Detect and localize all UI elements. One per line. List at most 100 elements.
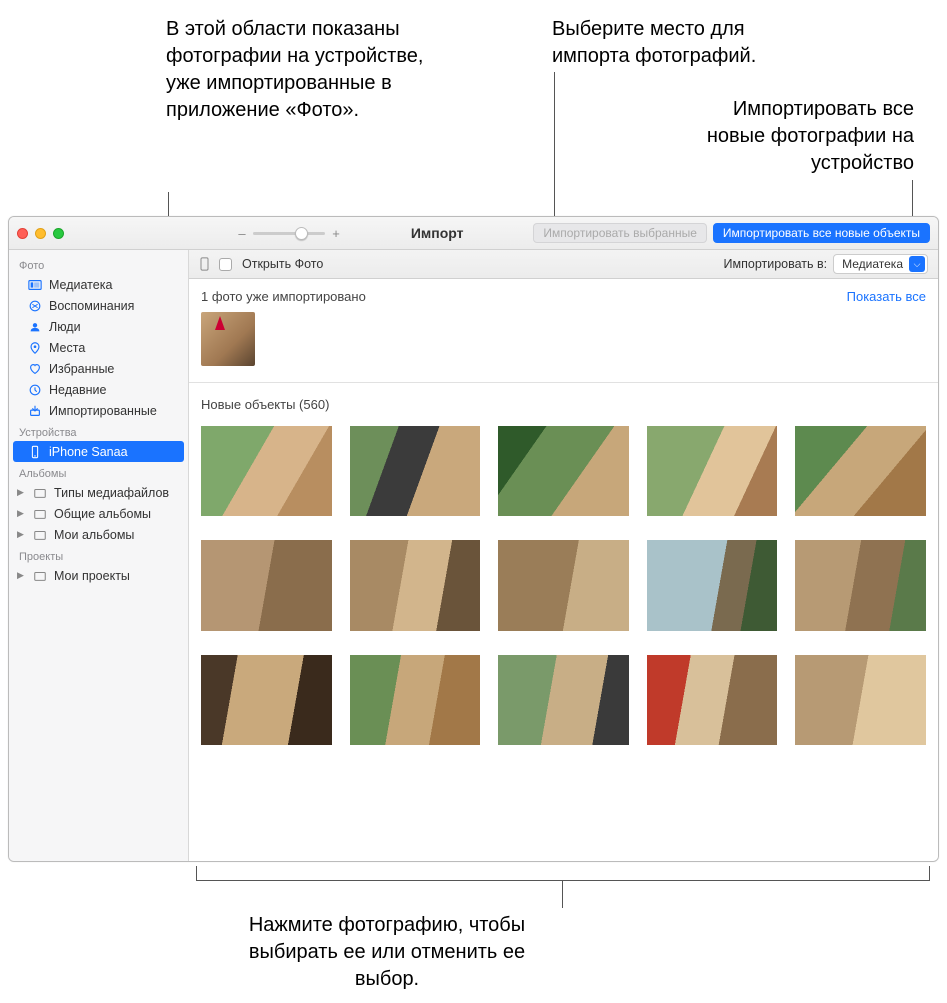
already-imported-title: 1 фото уже импортировано <box>201 289 366 304</box>
photo-thumbnail[interactable] <box>647 540 778 630</box>
places-icon <box>27 340 42 355</box>
main-area: Открыть Фото Импортировать в: Медиатека … <box>189 250 938 861</box>
photo-thumbnail[interactable] <box>498 540 629 630</box>
chevron-updown-icon: ⌵ <box>909 256 925 272</box>
photo-thumbnail[interactable] <box>795 426 926 516</box>
sidebar-item-label: Недавние <box>49 383 106 397</box>
photo-thumbnail[interactable] <box>201 655 332 745</box>
sidebar-item-places[interactable]: Места <box>9 337 188 358</box>
import-to-label: Импортировать в: <box>724 257 828 271</box>
memories-icon <box>27 298 42 313</box>
photo-thumbnail[interactable] <box>350 426 481 516</box>
section-header: 1 фото уже импортировано Показать все <box>201 289 926 304</box>
import-all-new-button[interactable]: Импортировать все новые объекты <box>713 223 930 243</box>
import-content: 1 фото уже импортировано Показать все Но… <box>189 279 938 861</box>
sidebar-item-my-projects[interactable]: ▶ Мои проекты <box>9 565 188 586</box>
callout-text: Выберите место для импорта фотографий. <box>552 16 802 70</box>
callout-line <box>929 866 930 880</box>
callout-line <box>196 866 197 880</box>
show-all-link[interactable]: Показать все <box>847 289 926 304</box>
new-items-grid <box>201 426 926 745</box>
disclosure-triangle-icon[interactable]: ▶ <box>17 570 25 581</box>
callout-text: Импортировать все новые фотографии на ус… <box>680 96 914 177</box>
sidebar-section-header: Фото <box>9 254 188 274</box>
photo-thumbnail[interactable] <box>350 655 481 745</box>
sidebar-item-people[interactable]: Люди <box>9 316 188 337</box>
zoom-track[interactable] <box>253 232 325 235</box>
sidebar-item-label: Типы медиафайлов <box>54 486 169 500</box>
sidebar-section-header: Альбомы <box>9 462 188 482</box>
callout-line <box>196 880 930 881</box>
sidebar-item-recent[interactable]: Недавние <box>9 379 188 400</box>
sidebar-item-label: Мои проекты <box>54 569 130 583</box>
import-destination: Импортировать в: Медиатека ⌵ <box>724 254 928 274</box>
window-title: Импорт <box>347 225 527 241</box>
sidebar: Фото Медиатека Воспоминания Люди Места И… <box>9 250 189 861</box>
sidebar-item-imported[interactable]: Импортированные <box>9 400 188 421</box>
folder-icon <box>32 527 47 542</box>
window-controls <box>17 228 64 239</box>
zoom-slider[interactable]: – + <box>237 226 341 241</box>
sidebar-item-label: Мои альбомы <box>54 528 134 542</box>
open-photos-checkbox[interactable] <box>219 258 232 271</box>
sidebar-item-device-iphone[interactable]: iPhone Sanaa <box>13 441 184 462</box>
sidebar-item-label: iPhone Sanaa <box>49 445 128 459</box>
app-window: – + Импорт Импортировать выбранные Импор… <box>8 216 939 862</box>
iphone-icon <box>199 257 209 271</box>
sidebar-item-shared-albums[interactable]: ▶ Общие альбомы <box>9 503 188 524</box>
sidebar-item-memories[interactable]: Воспоминания <box>9 295 188 316</box>
sidebar-item-library[interactable]: Медиатека <box>9 274 188 295</box>
sidebar-item-media-types[interactable]: ▶ Типы медиафайлов <box>9 482 188 503</box>
new-items-title: Новые объекты (560) <box>201 397 926 412</box>
clock-icon <box>27 382 42 397</box>
callout-text: Нажмите фотографию, чтобы выбирать ее ил… <box>222 912 552 993</box>
disclosure-triangle-icon[interactable]: ▶ <box>17 508 25 519</box>
already-imported-row <box>201 312 926 366</box>
photo-thumbnail[interactable] <box>647 655 778 745</box>
sidebar-item-label: Импортированные <box>49 404 157 418</box>
photo-thumbnail[interactable] <box>350 540 481 630</box>
close-button[interactable] <box>17 228 28 239</box>
heart-icon <box>27 361 42 376</box>
callout-text: В этой области показаны фотографии на ус… <box>166 16 456 124</box>
photo-thumbnail[interactable] <box>201 540 332 630</box>
open-photos-label: Открыть Фото <box>242 257 323 271</box>
sidebar-section-header: Проекты <box>9 545 188 565</box>
zoom-thumb[interactable] <box>295 227 308 240</box>
disclosure-triangle-icon[interactable]: ▶ <box>17 487 25 498</box>
titlebar: – + Импорт Импортировать выбранные Импор… <box>9 217 938 250</box>
sidebar-item-label: Воспоминания <box>49 299 134 313</box>
photo-thumbnail[interactable] <box>201 312 255 366</box>
sidebar-item-my-albums[interactable]: ▶ Мои альбомы <box>9 524 188 545</box>
import-selected-button: Импортировать выбранные <box>533 223 707 243</box>
folder-icon <box>32 506 47 521</box>
sidebar-item-label: Избранные <box>49 362 114 376</box>
library-icon <box>27 277 42 292</box>
import-icon <box>27 403 42 418</box>
photo-thumbnail[interactable] <box>498 426 629 516</box>
sidebar-item-label: Медиатека <box>49 278 112 292</box>
divider <box>189 382 938 383</box>
photo-thumbnail[interactable] <box>647 426 778 516</box>
photo-thumbnail[interactable] <box>498 655 629 745</box>
sidebar-item-label: Места <box>49 341 85 355</box>
iphone-icon <box>27 444 42 459</box>
fullscreen-button[interactable] <box>53 228 64 239</box>
sidebar-item-label: Общие альбомы <box>54 507 151 521</box>
callout-line <box>562 880 563 908</box>
disclosure-triangle-icon[interactable]: ▶ <box>17 529 25 540</box>
sidebar-item-favorites[interactable]: Избранные <box>9 358 188 379</box>
zoom-in-icon: + <box>331 226 341 241</box>
zoom-out-icon: – <box>237 226 247 241</box>
photo-thumbnail[interactable] <box>795 540 926 630</box>
import-subbar: Открыть Фото Импортировать в: Медиатека … <box>189 250 938 279</box>
folder-icon <box>32 485 47 500</box>
import-destination-select[interactable]: Медиатека ⌵ <box>833 254 928 274</box>
photo-thumbnail[interactable] <box>795 655 926 745</box>
sidebar-section-header: Устройства <box>9 421 188 441</box>
folder-icon <box>32 568 47 583</box>
minimize-button[interactable] <box>35 228 46 239</box>
sidebar-item-label: Люди <box>49 320 81 334</box>
select-value: Медиатека <box>842 257 903 271</box>
photo-thumbnail[interactable] <box>201 426 332 516</box>
